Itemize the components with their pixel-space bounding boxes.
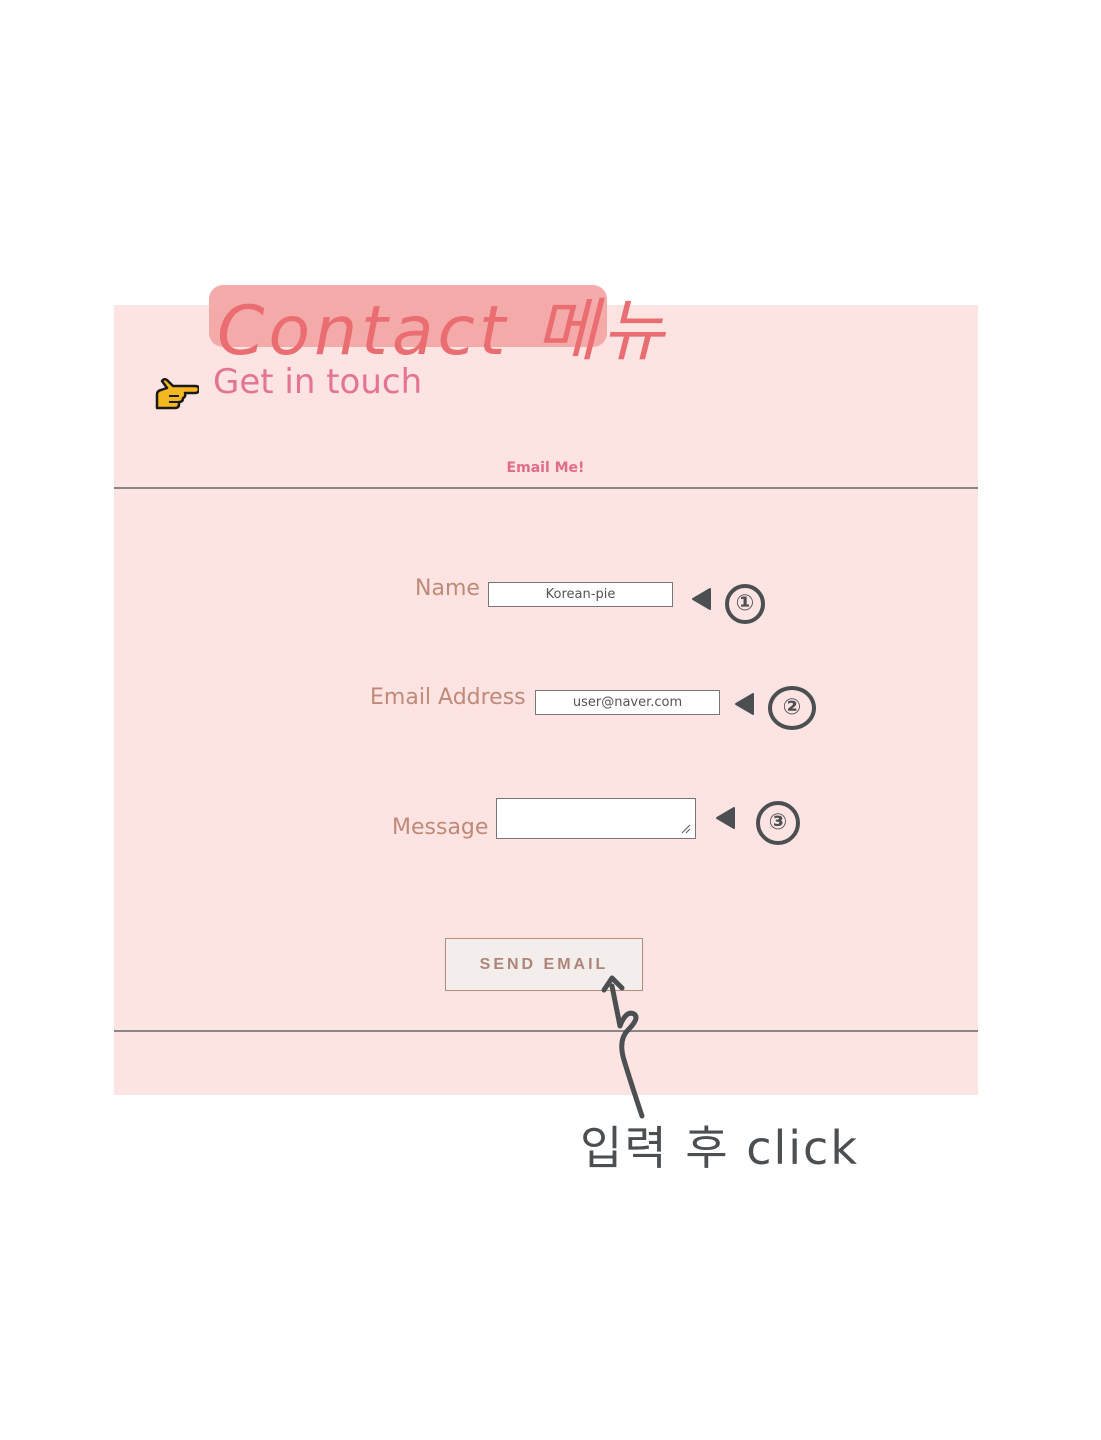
top-divider (114, 487, 978, 489)
pointer-arrow-icon (716, 807, 735, 829)
email-field[interactable] (535, 690, 720, 715)
email-me-subheading: Email Me! (0, 460, 1101, 476)
resize-grip-icon[interactable] (679, 822, 691, 834)
name-field[interactable] (488, 582, 673, 607)
page-title: Get in touch (213, 362, 423, 402)
pointing-hand-icon (155, 377, 199, 410)
name-label: Name (415, 576, 480, 601)
marker-badge-2: ② (768, 686, 816, 730)
pointer-arrow-icon (692, 588, 711, 610)
contact-menu-annotation-text: Contact 메뉴 (217, 292, 669, 371)
marker-badge-3: ③ (756, 801, 800, 845)
click-instruction-annotation: 입력 후 click (580, 1121, 859, 1175)
message-label: Message (392, 815, 489, 840)
bottom-divider (114, 1030, 978, 1032)
email-me-text: Email Me! (506, 460, 585, 476)
contact-menu-annotation: Contact 메뉴 (209, 285, 664, 371)
marker-badge-1: ① (725, 584, 765, 624)
message-field[interactable] (496, 798, 696, 839)
hand-drawn-arrow-icon (601, 975, 645, 1119)
email-label: Email Address (370, 685, 526, 710)
pointer-arrow-icon (735, 693, 754, 715)
